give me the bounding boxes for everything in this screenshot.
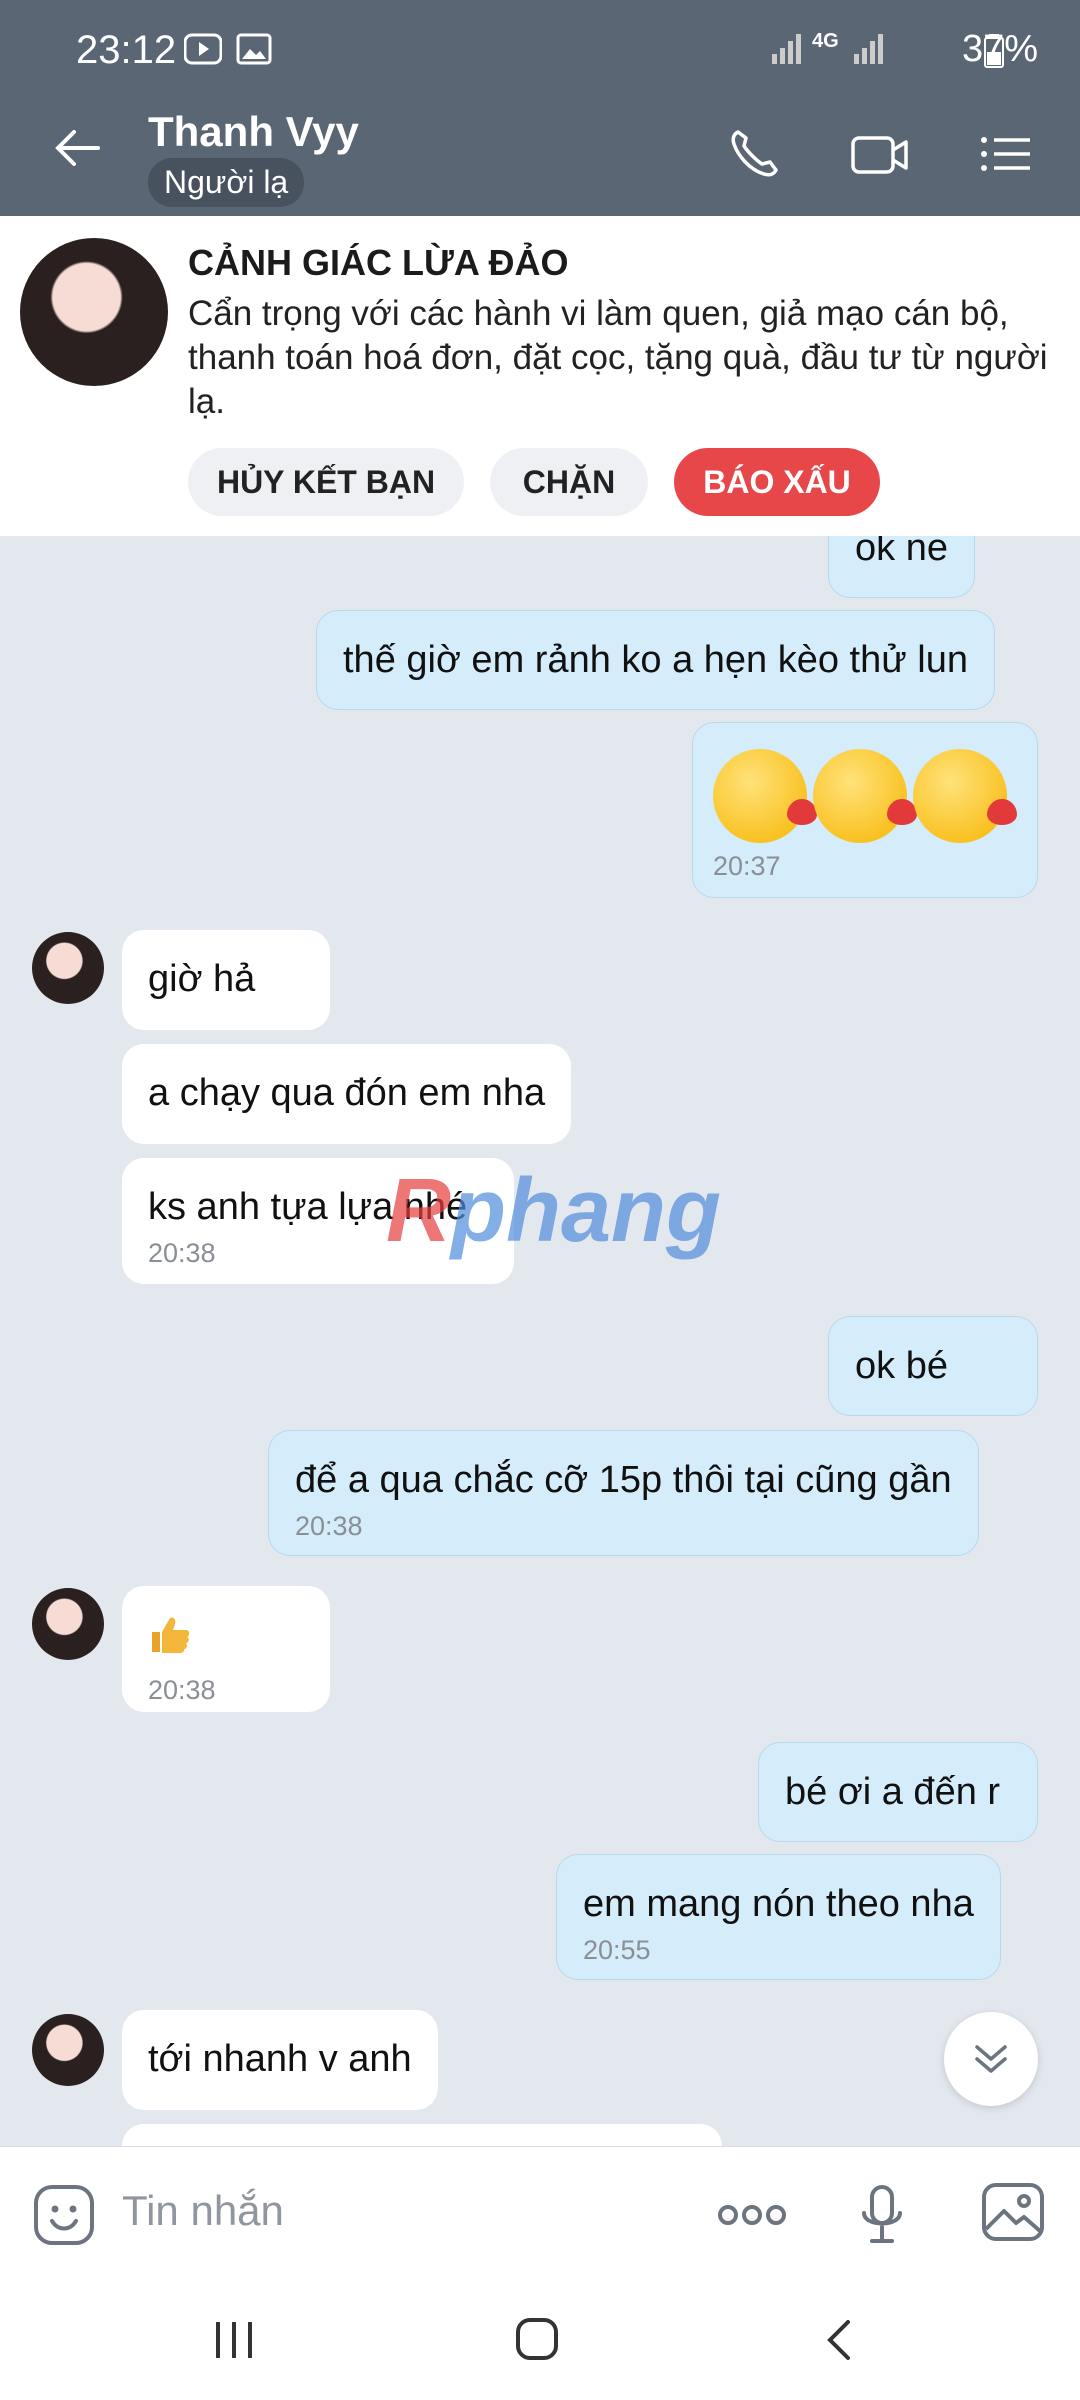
sender-avatar[interactable] — [32, 2014, 104, 2086]
gallery-notification-icon — [236, 33, 272, 65]
message-bubble-sent[interactable]: thế giờ em rảnh ko a hẹn kèo thử lun — [316, 610, 995, 710]
message-bubble-sent[interactable]: để a qua chắc cỡ 15p thôi tại cũng gần 20… — [268, 1430, 979, 1556]
menu-list-icon[interactable] — [978, 126, 1034, 182]
back-arrow-icon[interactable] — [52, 128, 102, 168]
clock: 23:12 — [76, 28, 177, 72]
chat-header: Thanh Vyy Người lạ — [0, 92, 1080, 216]
message-time: 20:55 — [583, 1935, 651, 1965]
youtube-notification-icon — [184, 33, 222, 65]
message-text: a chạy qua đón em nha — [148, 1072, 546, 1114]
signal-icon — [772, 34, 801, 64]
message-bubble-sent[interactable]: em mang nón theo nha 20:55 — [556, 1854, 1001, 1980]
scroll-to-bottom-button[interactable] — [944, 2012, 1038, 2106]
more-options-icon[interactable] — [716, 2203, 788, 2227]
image-gallery-icon[interactable] — [980, 2181, 1046, 2243]
network-type: 4G — [812, 30, 839, 52]
kissing-face-emoji — [913, 749, 1017, 843]
system-navigation-bar — [0, 2278, 1080, 2400]
message-input[interactable]: Tin nhắn — [122, 2187, 284, 2235]
report-button[interactable]: BÁO XẤU — [674, 448, 880, 516]
block-button[interactable]: CHẶN — [490, 448, 648, 516]
message-text: bé ơi a đến r — [785, 1771, 1001, 1813]
message-text: tới nhanh v anh — [148, 2038, 412, 2080]
unfriend-button[interactable]: HỦY KẾT BẠN — [188, 448, 464, 516]
message-composer: Tin nhắn — [0, 2146, 1080, 2278]
message-text: giờ hả — [148, 958, 256, 1000]
microphone-icon[interactable] — [860, 2183, 904, 2247]
video-call-icon[interactable] — [850, 126, 910, 182]
message-time: 20:37 — [713, 851, 781, 881]
phone-call-icon[interactable] — [726, 126, 782, 182]
scam-warning-panel: CẢNH GIÁC LỪA ĐẢO Cẩn trọng với các hành… — [0, 216, 1080, 536]
contact-name[interactable]: Thanh Vyy — [148, 108, 359, 156]
message-list[interactable]: ok ne thế giờ em rảnh ko a hẹn kèo thử l… — [0, 536, 1080, 2146]
double-chevron-down-icon — [975, 2045, 1007, 2073]
message-bubble-sent[interactable]: 20:37 — [692, 722, 1038, 898]
contact-avatar[interactable] — [20, 238, 168, 386]
battery-icon — [984, 34, 1004, 68]
message-bubble-sent[interactable]: ok ne — [828, 536, 975, 598]
recent-apps-icon[interactable] — [212, 2318, 256, 2362]
message-bubble-received[interactable]: 20:38 — [122, 1586, 330, 1712]
sticker-icon[interactable] — [32, 2183, 96, 2247]
message-time: 20:38 — [295, 1511, 363, 1541]
message-bubble-received[interactable]: tới nhanh v anh — [122, 2010, 438, 2110]
sender-avatar[interactable] — [32, 1588, 104, 1660]
message-time: 20:38 — [148, 1675, 216, 1705]
message-bubble-sent[interactable]: ok bé — [828, 1316, 1038, 1416]
sender-avatar[interactable] — [32, 932, 104, 1004]
watermark-logo: Rphang — [386, 1161, 721, 1261]
message-bubble-received[interactable]: giờ hả — [122, 930, 330, 1030]
message-text: để a qua chắc cỡ 15p thôi tại cũng gần — [295, 1459, 952, 1501]
message-text: ok ne — [855, 536, 948, 569]
kissing-face-emoji — [713, 749, 817, 843]
stranger-badge: Người lạ — [148, 158, 305, 207]
thumbs-up-emoji — [152, 1617, 190, 1653]
message-text: ok bé — [855, 1345, 948, 1387]
system-back-icon[interactable] — [824, 2318, 854, 2362]
status-bar: 23:12 4G 37% — [0, 0, 1080, 92]
message-text: em mang nón theo nha — [583, 1883, 974, 1925]
signal-2-icon — [854, 34, 883, 64]
warning-text: Cẩn trọng với các hành vi làm quen, giả … — [188, 294, 1048, 421]
message-text: thế giờ em rảnh ko a hẹn kèo thử lun — [343, 639, 968, 681]
message-bubble-sent[interactable]: bé ơi a đến r — [758, 1742, 1038, 1842]
warning-title: CẢNH GIÁC LỪA ĐẢO — [188, 242, 569, 283]
kissing-face-emoji — [813, 749, 917, 843]
message-bubble-received[interactable] — [122, 2124, 722, 2146]
message-bubble-received[interactable]: a chạy qua đón em nha — [122, 1044, 572, 1144]
home-icon[interactable] — [514, 2316, 560, 2362]
